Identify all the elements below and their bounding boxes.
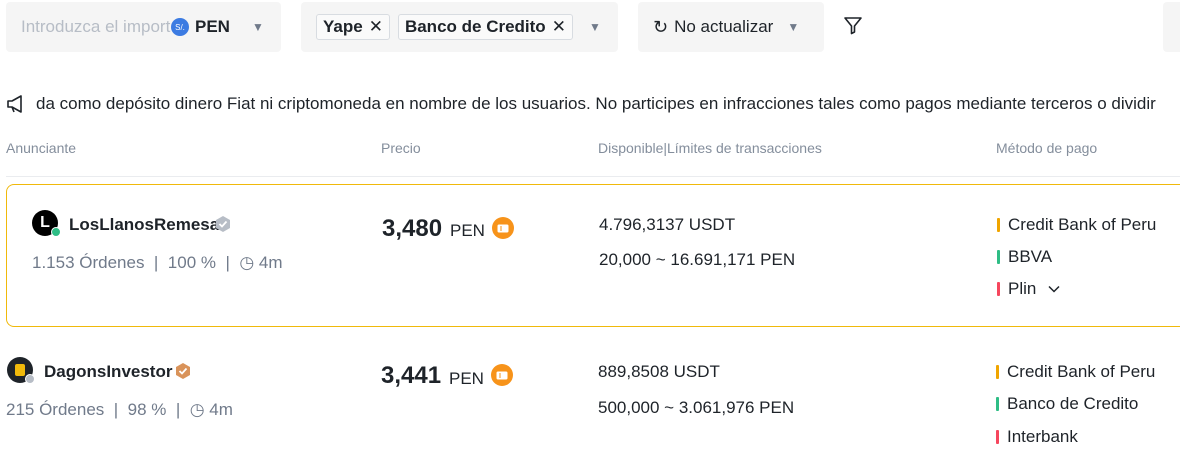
- table-row[interactable]: L LosLlanosRemesa 1.153 Órdenes | 100 % …: [6, 184, 1180, 327]
- stats-separator: |: [220, 253, 240, 272]
- response-time: 4m: [258, 253, 283, 272]
- price-currency: PEN: [449, 369, 484, 388]
- notice-banner: da como depósito dinero Fiat ni criptomo…: [6, 90, 1180, 118]
- method-color-bar: [996, 397, 999, 411]
- currency-selector[interactable]: PEN: [195, 17, 230, 37]
- more-filters-box[interactable]: [1163, 2, 1180, 52]
- payment-method: Credit Bank of Peru: [996, 362, 1155, 382]
- advertiser-stats: 1.153 Órdenes | 100 % | ◷ 4m: [32, 253, 283, 273]
- chevron-down-icon[interactable]: ▼: [589, 20, 601, 34]
- close-icon[interactable]: ✕: [552, 17, 566, 37]
- method-color-bar: [997, 218, 1000, 232]
- payment-method-name: Plin: [1008, 279, 1037, 298]
- refresh-selector[interactable]: ↻ No actualizar ▼: [638, 2, 824, 52]
- payment-method-name: BBVA: [1008, 247, 1053, 266]
- promo-ticket-icon: [491, 364, 513, 386]
- megaphone-icon: [7, 95, 22, 113]
- method-color-bar: [997, 282, 1000, 296]
- amount-placeholder: Introduzca el importe: [21, 17, 171, 36]
- refresh-label: No actualizar: [674, 17, 774, 36]
- stats-separator: |: [149, 253, 168, 272]
- payment-method-name: Credit Bank of Peru: [1007, 362, 1156, 381]
- payment-method: Plin: [997, 279, 1060, 299]
- payment-method: Banco de Credito: [996, 394, 1138, 414]
- header-payment: Método de pago: [996, 140, 1098, 156]
- advertiser-name[interactable]: DagonsInvestor: [44, 362, 172, 382]
- method-color-bar: [997, 250, 1000, 264]
- payment-tag-label: Yape: [323, 17, 363, 36]
- payment-method-name: Banco de Credito: [1007, 394, 1139, 413]
- verified-badge-icon: [176, 363, 190, 379]
- promo-ticket-icon: [492, 217, 514, 239]
- pen-currency-icon: S/.: [171, 18, 189, 36]
- filter-icon[interactable]: [842, 14, 864, 36]
- orders-count: 1.153 Órdenes: [32, 253, 145, 272]
- payment-method-selector[interactable]: Yape ✕ Banco de Credito ✕ ▼: [301, 2, 618, 52]
- method-color-bar: [996, 430, 999, 444]
- table-row[interactable]: DagonsInvestor 215 Órdenes | 98 % | ◷ 4m…: [0, 340, 1180, 460]
- header-divider: [6, 176, 1180, 177]
- transaction-limits: 500,000 ~ 3.061,976 PEN: [598, 398, 795, 417]
- price-value: 3,441: [381, 362, 442, 389]
- clock-icon: ◷: [239, 253, 255, 272]
- orders-count: 215 Órdenes: [6, 400, 105, 419]
- price-currency: PEN: [450, 221, 485, 240]
- payment-tag: Yape ✕: [316, 14, 390, 40]
- table-header: Anunciante Precio Disponible|Límites de …: [0, 140, 1180, 160]
- stats-separator: |: [171, 400, 190, 419]
- advertiser-name[interactable]: LosLlanosRemesa: [69, 215, 219, 235]
- completion-rate: 100 %: [167, 253, 216, 272]
- clock-icon: ◷: [189, 400, 205, 419]
- amount-input[interactable]: Introduzca el importe S/. PEN ▼: [6, 2, 281, 52]
- payment-method-name: Credit Bank of Peru: [1008, 215, 1157, 234]
- payment-tag: Banco de Credito ✕: [397, 14, 573, 40]
- advertiser-stats: 215 Órdenes | 98 % | ◷ 4m: [6, 400, 233, 420]
- chevron-down-icon[interactable]: ▼: [252, 20, 264, 34]
- offline-status-dot: [25, 374, 35, 384]
- transaction-limits: 20,000 ~ 16.691,171 PEN: [599, 250, 796, 269]
- chevron-down-icon: ▼: [787, 20, 800, 34]
- header-price: Precio: [381, 140, 421, 156]
- payment-method: Credit Bank of Peru: [997, 215, 1156, 235]
- response-time: 4m: [209, 400, 233, 419]
- notice-text: da como depósito dinero Fiat ni criptomo…: [36, 94, 1156, 113]
- chevron-down-icon[interactable]: [1048, 285, 1060, 293]
- payment-method-name: Interbank: [1007, 427, 1078, 446]
- verified-badge-icon: [216, 216, 230, 232]
- available-amount: 4.796,3137 USDT: [599, 215, 736, 234]
- method-color-bar: [996, 365, 999, 379]
- stats-separator: |: [109, 400, 128, 419]
- price-value: 3,480: [382, 215, 443, 242]
- online-status-dot: [51, 227, 61, 237]
- header-available: Disponible|Límites de transacciones: [598, 140, 822, 156]
- payment-method: Interbank: [996, 427, 1078, 447]
- available-amount: 889,8508 USDT: [598, 362, 720, 381]
- close-icon[interactable]: ✕: [369, 17, 383, 37]
- filter-bar: Introduzca el importe S/. PEN ▼ Yape ✕ B…: [0, 0, 1180, 56]
- completion-rate: 98 %: [127, 400, 167, 419]
- payment-tag-label: Banco de Credito: [404, 17, 546, 36]
- refresh-icon: ↻: [653, 16, 669, 37]
- payment-method: BBVA: [997, 247, 1052, 267]
- header-advertiser: Anunciante: [6, 140, 77, 156]
